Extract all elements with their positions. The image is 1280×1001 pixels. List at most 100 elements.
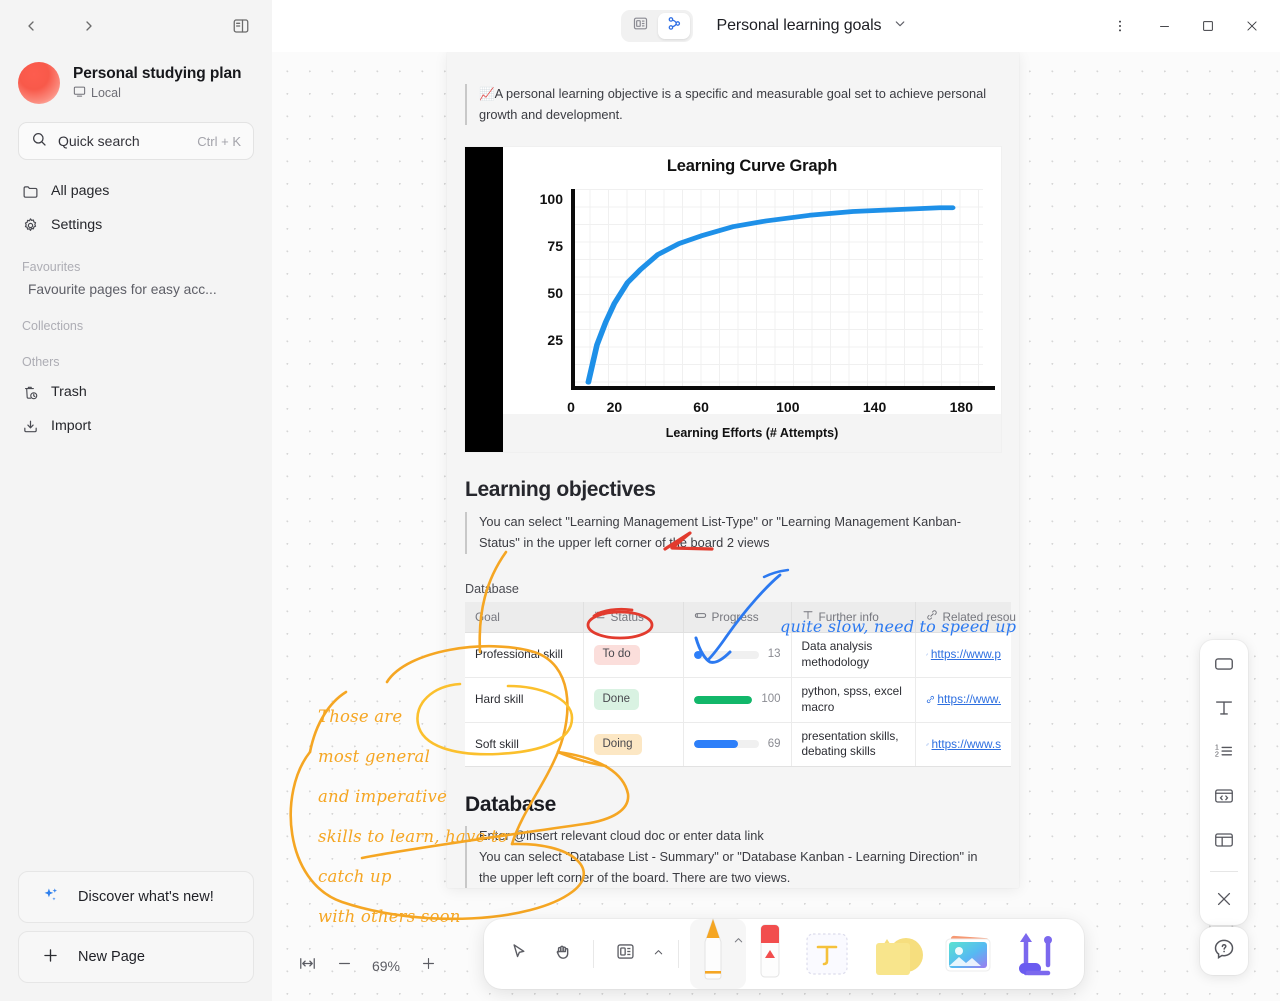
chart-y-tick: 100 [539, 190, 563, 207]
code-block-tool-button[interactable] [1206, 782, 1242, 814]
column-header-goal[interactable]: Goal [465, 601, 584, 633]
close-toolbar-button[interactable] [1206, 885, 1242, 917]
cell-status[interactable]: Doing [583, 722, 684, 768]
image-tool-button[interactable] [934, 919, 1000, 989]
zoom-out-button[interactable] [327, 949, 361, 983]
zoom-level-value[interactable]: 69% [364, 958, 408, 974]
cell-progress[interactable]: 69 [683, 722, 792, 768]
cell-further-info[interactable]: Data analysis methodology [791, 632, 916, 678]
table-row[interactable]: Professional skill To do 13 Data analysis m… [465, 632, 1011, 678]
quick-search-button[interactable]: Quick search Ctrl + K [18, 122, 254, 160]
sidebar: Personal studying plan Local Quick searc… [0, 0, 272, 1001]
image-icon [940, 933, 996, 982]
cell-status[interactable]: Done [583, 677, 684, 723]
chart-body: Learning Curve Graph 25 50 75 100 0 20 60 100 1… [503, 147, 1001, 453]
cell-related-resource[interactable]: https://www.s [915, 722, 1011, 768]
resource-link[interactable]: https://www. [937, 692, 1001, 708]
progress-icon [694, 609, 707, 625]
sidebar-item-trash[interactable]: Trash [12, 375, 260, 409]
edgeless-mode-button[interactable] [658, 13, 690, 39]
resource-link[interactable]: https://www.s [932, 737, 1002, 753]
page-mode-button[interactable] [624, 13, 656, 39]
edgeless-mode-icon [666, 15, 683, 37]
new-page-button[interactable]: New Page [18, 931, 254, 983]
edgeless-canvas[interactable]: 📈A personal learning objective is a spec… [272, 52, 1280, 1001]
toolbar-divider [1210, 871, 1238, 872]
sidebar-item-label: Trash [51, 384, 87, 400]
note-tool-expand-button[interactable] [649, 932, 667, 976]
search-icon [31, 131, 47, 152]
eraser-tool-button[interactable] [750, 919, 790, 989]
cell-further-info[interactable]: presentation skills, debating skills [791, 722, 916, 768]
chevron-down-icon[interactable] [892, 16, 907, 36]
select-tool-button[interactable] [498, 932, 538, 976]
monitor-icon [73, 85, 86, 101]
learning-curve-chart[interactable]: Performance Learning Curve Graph 25 50 75 1… [465, 147, 1001, 453]
sidebar-item-all-pages[interactable]: All pages [12, 174, 260, 208]
chevron-up-icon [653, 945, 664, 963]
maximize-button[interactable] [1186, 6, 1230, 46]
fit-to-screen-icon [298, 954, 317, 978]
fit-to-screen-button[interactable] [290, 949, 324, 983]
numbered-list-tool-button[interactable]: 12 [1206, 738, 1242, 770]
discover-whats-new-button[interactable]: Discover what's new! [18, 871, 254, 923]
progress-value: 69 [767, 737, 781, 750]
chart-plot-area: 25 50 75 100 0 20 60 100 140 180 [540, 189, 995, 415]
minus-icon [336, 955, 353, 977]
minimize-button[interactable] [1142, 6, 1186, 46]
trash-clock-icon [22, 384, 39, 401]
column-header-status[interactable]: Status [583, 601, 684, 633]
sticky-note-tool-button[interactable] [864, 919, 930, 989]
document-title-button[interactable]: Personal learning goals [717, 16, 908, 36]
workspace-subtitle: Local [73, 85, 241, 101]
note-card-icon [1213, 653, 1235, 680]
code-block-icon [1213, 785, 1235, 812]
chart-y-tick: 75 [547, 237, 563, 254]
connector-tool-button[interactable] [1004, 919, 1070, 989]
cell-related-resource[interactable]: https://www. [915, 677, 1011, 723]
chart-y-tick: 25 [547, 331, 563, 348]
document-title: Personal learning goals [716, 17, 882, 34]
progress-fill [693, 650, 702, 659]
favourites-empty-text: Favourite pages for easy acc... [28, 282, 217, 297]
cell-progress[interactable]: 13 [683, 632, 792, 678]
cell-progress[interactable]: 100 [683, 677, 792, 723]
note-tool-button[interactable] [605, 932, 645, 976]
chart-x-axis-label-band: Learning Efforts (# Attempts) [503, 414, 1001, 453]
cell-further-info[interactable]: python, spss, excel macro [791, 677, 916, 723]
link-icon [926, 696, 934, 704]
text-tool-button[interactable] [794, 919, 860, 989]
chevron-up-icon[interactable] [733, 933, 744, 951]
column-header-progress[interactable]: Progress [683, 601, 792, 633]
learning-objectives-callout: You can select "Learning Management List… [465, 512, 985, 554]
sidebar-item-settings[interactable]: Settings [12, 208, 260, 242]
layout-tool-button[interactable] [1206, 826, 1242, 858]
text-tool-button[interactable] [1206, 694, 1242, 726]
cell-related-resource[interactable]: https://www.p [915, 632, 1011, 678]
help-button[interactable] [1200, 927, 1248, 975]
section-others-label: Others [22, 355, 60, 369]
workspace-selector[interactable]: Personal studying plan Local [0, 52, 272, 116]
progress-fill [693, 740, 739, 749]
chart-x-tick: 0 [567, 399, 575, 416]
mode-toggle-group [621, 10, 693, 42]
toggle-sidebar-button[interactable] [226, 11, 256, 41]
chart-x-tick: 140 [862, 399, 887, 416]
chart-curve [585, 205, 956, 386]
resource-link[interactable]: https://www.p [931, 647, 1001, 663]
note-card-tool-button[interactable] [1206, 650, 1242, 682]
cell-status[interactable]: To do [583, 632, 684, 678]
more-options-button[interactable] [1098, 6, 1142, 46]
nav-back-button[interactable] [16, 11, 46, 41]
hand-tool-button[interactable] [542, 932, 582, 976]
zoom-in-button[interactable] [411, 949, 445, 983]
nav-forward-button[interactable] [74, 11, 104, 41]
chart-x-tick: 20 [606, 399, 623, 416]
cell-goal[interactable]: Professional skill [465, 632, 584, 678]
help-icon [1212, 937, 1236, 966]
sidebar-item-label: Settings [51, 217, 103, 233]
close-button[interactable] [1230, 6, 1274, 46]
close-icon [1214, 889, 1234, 914]
pen-tool-button[interactable] [690, 917, 746, 989]
sidebar-item-import[interactable]: Import [12, 409, 260, 443]
